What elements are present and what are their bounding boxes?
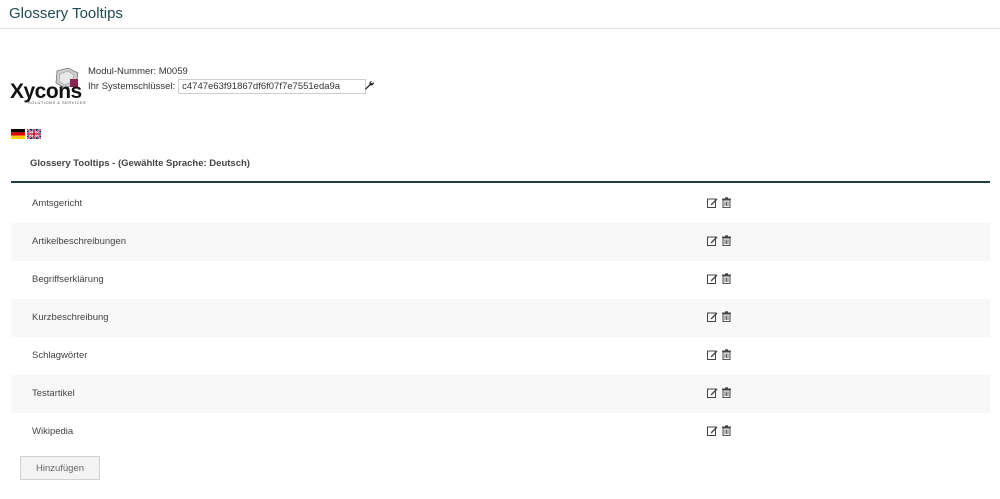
module-info: Xycons SOLUTIONS & SERVICES Modul-Nummer…	[10, 66, 410, 106]
item-actions	[707, 311, 732, 322]
item-label: Begriffserklärung	[32, 274, 104, 285]
list-item: Testartikel	[11, 375, 990, 413]
list-item: Artikelbeschreibungen	[11, 223, 990, 261]
module-number: Modul-Nummer: M0059	[88, 66, 188, 77]
item-actions	[707, 349, 732, 360]
item-actions	[707, 235, 732, 246]
logo-subtext: SOLUTIONS & SERVICES	[28, 100, 87, 105]
item-label: Testartikel	[32, 388, 75, 399]
list-item: Schlagwörter	[11, 337, 990, 375]
edit-icon[interactable]	[707, 197, 718, 208]
item-label: Artikelbeschreibungen	[32, 236, 127, 247]
trash-icon[interactable]	[721, 387, 732, 398]
xycons-logo: Xycons SOLUTIONS & SERVICES	[10, 66, 88, 106]
item-actions	[707, 273, 732, 284]
page-header: Glossery Tooltips	[0, 0, 1000, 29]
page-title: Glossery Tooltips	[9, 5, 123, 22]
trash-icon[interactable]	[721, 425, 732, 436]
edit-icon[interactable]	[707, 311, 718, 322]
system-key-input[interactable]	[178, 79, 367, 94]
item-label: Schlagwörter	[32, 350, 88, 361]
item-actions	[707, 387, 732, 398]
edit-icon[interactable]	[707, 235, 718, 246]
uk-flag-icon[interactable]	[27, 129, 41, 139]
trash-icon[interactable]	[721, 311, 732, 322]
list-item: Kurzbeschreibung	[11, 299, 990, 337]
trash-icon[interactable]	[721, 273, 732, 284]
trash-icon[interactable]	[721, 197, 732, 208]
section-divider	[11, 181, 990, 183]
trash-icon[interactable]	[721, 235, 732, 246]
system-key-row: Ihr Systemschlüssel:	[88, 79, 367, 94]
item-label: Amtsgericht	[32, 198, 83, 209]
edit-icon[interactable]	[707, 387, 718, 398]
german-flag-icon[interactable]	[11, 129, 25, 139]
section-title: Glossery Tooltips - (Gewählte Sprache: D…	[30, 158, 250, 169]
list-item: Amtsgericht	[11, 185, 990, 223]
glossary-list: Amtsgericht Artikelbeschreibungen Begrif…	[11, 185, 990, 451]
trash-icon[interactable]	[721, 349, 732, 360]
system-key-label: Ihr Systemschlüssel:	[88, 81, 176, 92]
item-actions	[707, 197, 732, 208]
list-item: Begriffserklärung	[11, 261, 990, 299]
item-label: Wikipedia	[32, 426, 74, 437]
list-item: Wikipedia	[11, 413, 990, 451]
add-button[interactable]: Hinzufügen	[20, 456, 100, 480]
wrench-icon[interactable]	[364, 80, 374, 90]
item-label: Kurzbeschreibung	[32, 312, 109, 323]
item-actions	[707, 425, 732, 436]
edit-icon[interactable]	[707, 273, 718, 284]
edit-icon[interactable]	[707, 349, 718, 360]
edit-icon[interactable]	[707, 425, 718, 436]
language-flags	[11, 129, 41, 139]
